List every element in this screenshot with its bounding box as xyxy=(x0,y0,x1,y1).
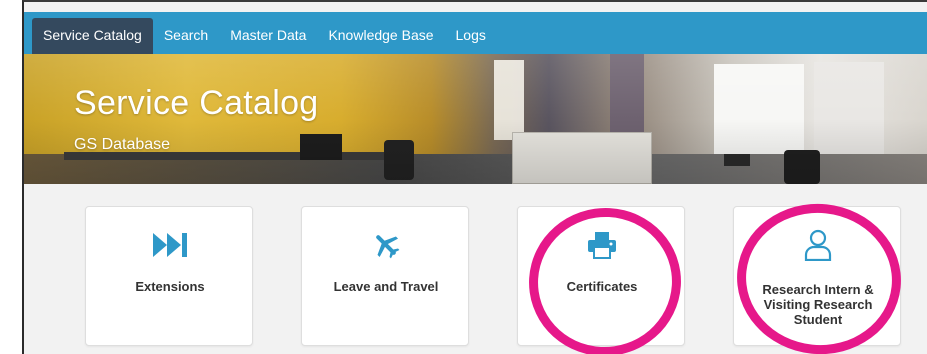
nav-tab-knowledge-base[interactable]: Knowledge Base xyxy=(317,18,444,54)
card-label: Research Intern & Visiting Research Stud… xyxy=(762,282,874,327)
page-title: Service Catalog xyxy=(74,84,319,122)
fast-forward-icon xyxy=(86,227,254,263)
card-label: Leave and Travel xyxy=(333,279,439,294)
hero-banner: Service Catalog GS Database xyxy=(24,54,927,184)
nav-tab-master-data[interactable]: Master Data xyxy=(219,18,317,54)
service-cards: Extensions Leave and Travel Certificates… xyxy=(24,184,927,354)
nav-tab-service-catalog[interactable]: Service Catalog xyxy=(32,18,153,54)
nav-tab-logs[interactable]: Logs xyxy=(445,18,497,54)
card-extensions[interactable]: Extensions xyxy=(85,206,253,346)
card-certificates[interactable]: Certificates xyxy=(517,206,685,346)
page-subtitle: GS Database xyxy=(74,136,171,153)
card-leave-and-travel[interactable]: Leave and Travel xyxy=(301,206,469,346)
user-icon xyxy=(734,227,902,263)
card-label: Extensions xyxy=(135,279,205,294)
card-label: Certificates xyxy=(566,279,638,294)
nav-tab-search[interactable]: Search xyxy=(153,18,219,54)
airplane-icon xyxy=(302,227,470,263)
app-window: Service Catalog Search Master Data Knowl… xyxy=(22,0,927,354)
card-research-intern[interactable]: Research Intern & Visiting Research Stud… xyxy=(733,206,901,346)
printer-icon xyxy=(518,227,686,263)
top-navbar: Service Catalog Search Master Data Knowl… xyxy=(24,12,927,54)
